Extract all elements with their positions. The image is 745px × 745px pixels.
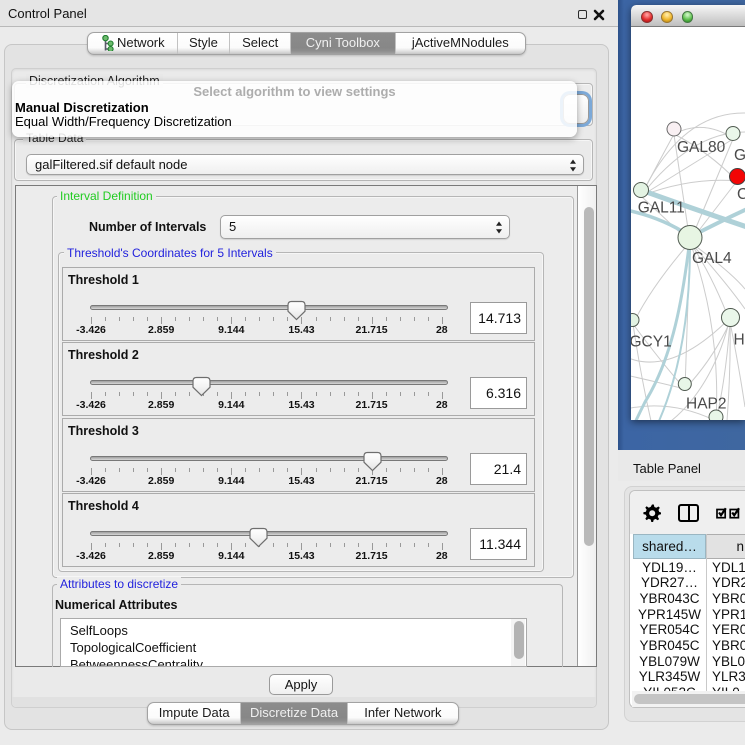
- svg-text:G: G: [734, 147, 745, 164]
- svg-text:H: H: [734, 331, 745, 348]
- svg-text:GAL4: GAL4: [692, 250, 732, 267]
- svg-text:GAL11: GAL11: [638, 199, 685, 216]
- svg-text:C: C: [737, 186, 745, 203]
- svg-text:HAP2: HAP2: [686, 395, 727, 412]
- svg-text:GAL80: GAL80: [677, 139, 726, 156]
- svg-text:GCY1: GCY1: [631, 333, 672, 350]
